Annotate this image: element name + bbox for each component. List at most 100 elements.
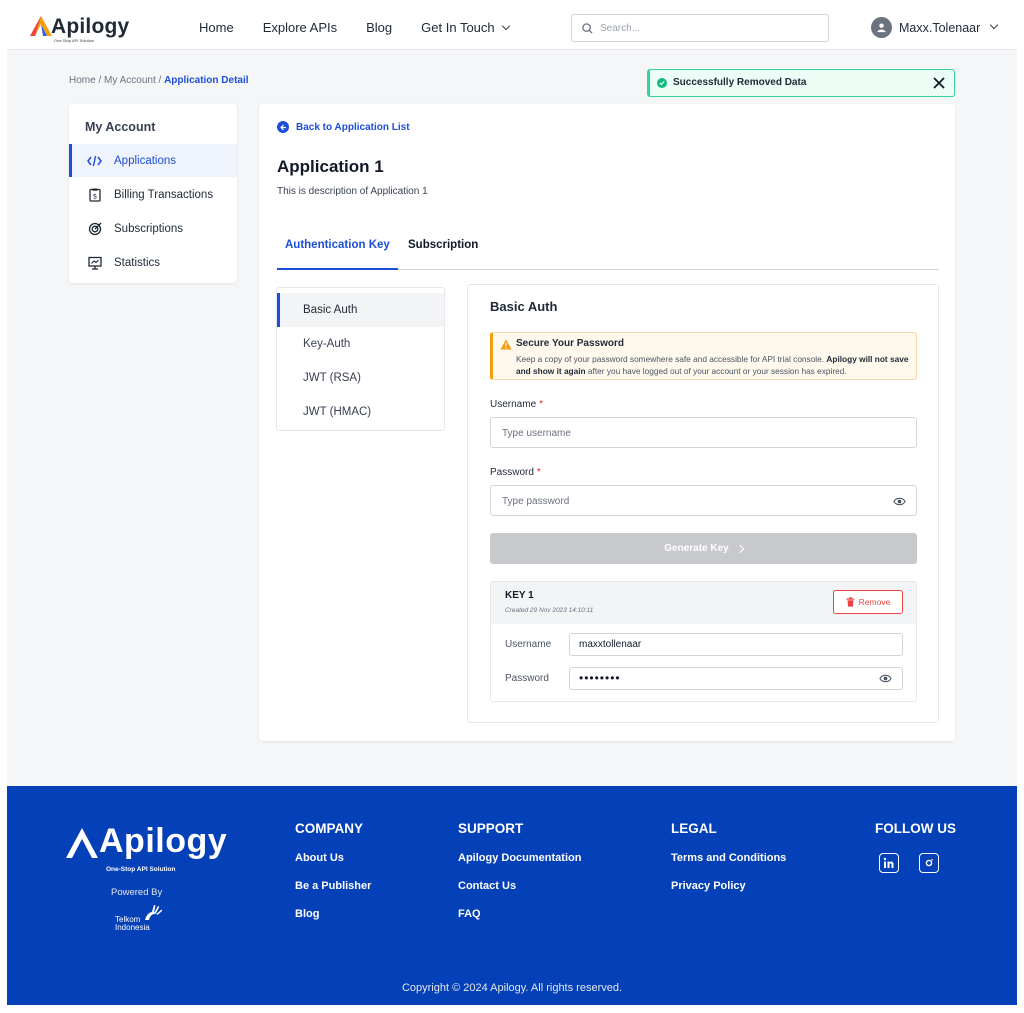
eye-icon[interactable] [893,495,906,508]
breadcrumb-separator: / [95,75,105,86]
key-card-header: KEY 1 Created 29 Nov 2023 14:10:11 Remov… [491,582,916,624]
footer-link-be-a-publisher[interactable]: Be a Publisher [295,880,371,892]
generate-key-button[interactable]: Generate Key [490,533,917,564]
footer-link-privacy-policy[interactable]: Privacy Policy [671,880,746,892]
telkom-logo: Telkom Indonesia [115,904,165,938]
footer-link-blog[interactable]: Blog [295,908,319,920]
logo-wordmark: Apilogy [51,15,130,38]
key-created-date: Created 29 Nov 2023 14:10:11 [505,607,594,614]
auth-method-jwt-rsa[interactable]: JWT (RSA) [277,361,444,395]
nav-blog[interactable]: Blog [366,20,392,35]
page-frame: Apilogy One-Stop API Solution Home Explo… [7,6,1017,1005]
masked-password: •••••••• [579,671,621,685]
key-name: KEY 1 [505,590,534,601]
username-label-text: Username [490,399,537,410]
toast-message: Successfully Removed Data [673,77,807,88]
logo-mark-icon [66,828,98,858]
password-label: Password * [490,467,541,478]
site-footer: Apilogy One-Stop API Solution Powered By… [7,786,1017,1005]
footer-support-title: SUPPORT [458,821,524,836]
generate-key-label: Generate Key [664,543,729,554]
search-input[interactable] [600,20,820,36]
detail-tabs: Authentication Key Subscription [277,238,939,270]
password-warning-alert: Secure Your Password Keep a copy of your… [490,332,917,380]
powered-by-label: Powered By [111,887,163,898]
key-password-value[interactable]: •••••••• [569,667,903,690]
footer-link-about-us[interactable]: About Us [295,852,344,864]
instagram-icon[interactable] [919,853,939,873]
telkom-label: Telkom Indonesia [115,915,150,932]
remove-key-button[interactable]: Remove [833,590,903,614]
password-field[interactable] [490,485,917,516]
auth-method-jwt-hmac[interactable]: JWT (HMAC) [277,395,444,429]
password-input[interactable] [502,494,872,508]
nav-get-in-touch-label: Get In Touch [421,20,495,35]
username-label: Username * [490,399,543,410]
key-username-value[interactable]: maxxtollenaar [569,633,903,656]
logo-mark-icon [30,16,52,36]
eye-icon[interactable] [879,672,892,685]
sidebar-item-label: Statistics [114,256,161,269]
tab-subscription[interactable]: Subscription [400,238,486,270]
sidebar-item-subscriptions[interactable]: Subscriptions [69,212,237,245]
warning-text-part: Keep a copy of your password somewhere s… [516,354,827,364]
sidebar-title: My Account [85,120,156,134]
auth-method-key-auth[interactable]: Key-Auth [277,327,444,361]
search-box[interactable] [571,14,829,42]
warning-text: Keep a copy of your password somewhere s… [516,353,914,377]
success-toast: Successfully Removed Data [647,69,955,97]
chevron-down-icon [990,20,999,29]
nav-home[interactable]: Home [199,20,234,35]
breadcrumb-my-account[interactable]: My Account [104,75,156,86]
footer-link-terms[interactable]: Terms and Conditions [671,852,786,864]
required-mark: * [539,399,544,410]
page-title: Application 1 [277,157,384,176]
sidebar-item-label: Applications [114,154,177,167]
footer-link-faq[interactable]: FAQ [458,908,481,920]
copyright-text: Copyright © 2024 Apilogy. All rights res… [401,982,623,994]
footer-logo-wordmark[interactable]: Apilogy [99,822,227,861]
check-circle-icon [657,78,667,88]
chevron-down-icon [501,21,510,31]
nav-explore-apis[interactable]: Explore APIs [263,20,337,35]
presentation-icon [87,255,102,270]
close-icon[interactable] [932,76,946,90]
sidebar-item-statistics[interactable]: Statistics [69,246,237,279]
footer-brand-name: Apilogy [99,822,228,860]
linkedin-icon[interactable] [879,853,899,873]
footer-link-contact-us[interactable]: Contact Us [458,880,516,892]
required-mark: * [536,467,541,478]
username-field[interactable] [490,417,917,448]
key-card: KEY 1 Created 29 Nov 2023 14:10:11 Remov… [490,581,917,702]
basic-auth-panel: Basic Auth Secure Your Password Keep a c… [467,284,939,723]
footer-company-title: COMPANY [295,821,364,836]
nav-get-in-touch[interactable]: Get In Touch [421,20,510,35]
sidebar-item-billing-transactions[interactable]: $ Billing Transactions [69,178,237,211]
user-menu[interactable]: Maxx.Tolenaar [871,17,999,38]
apilogy-logo[interactable]: Apilogy One-Stop API Solution [29,13,139,43]
auth-method-basic-auth[interactable]: Basic Auth [277,293,444,327]
trash-icon [846,597,855,607]
back-link-label: Back to Application List [296,121,410,133]
key-password-label: Password [505,673,549,684]
user-name: Maxx.Tolenaar [899,20,981,35]
footer-follow-title: FOLLOW US [875,821,956,836]
application-detail-card: Back to Application List Application 1 T… [259,104,955,741]
target-icon [87,221,102,236]
key-username-label: Username [505,639,552,650]
footer-link-documentation[interactable]: Apilogy Documentation [458,852,581,864]
back-to-list-link[interactable]: Back to Application List [277,121,410,133]
sidebar-item-label: Billing Transactions [114,188,214,201]
tab-authentication-key[interactable]: Authentication Key [277,238,398,270]
logo-tagline: One-Stop API Solution [54,38,95,43]
account-sidebar: My Account Applications $ Billing Transa… [69,104,237,283]
username-input[interactable] [502,426,872,440]
avatar [871,17,892,38]
arrow-left-icon [277,121,289,133]
main-nav: Home Explore APIs Blog Get In Touch [199,20,510,35]
code-icon [87,153,102,168]
sidebar-item-applications[interactable]: Applications [69,144,237,177]
breadcrumb-home[interactable]: Home [69,75,96,86]
warning-text-part: after you have logged out of your accoun… [585,366,847,376]
warning-icon [500,339,512,350]
